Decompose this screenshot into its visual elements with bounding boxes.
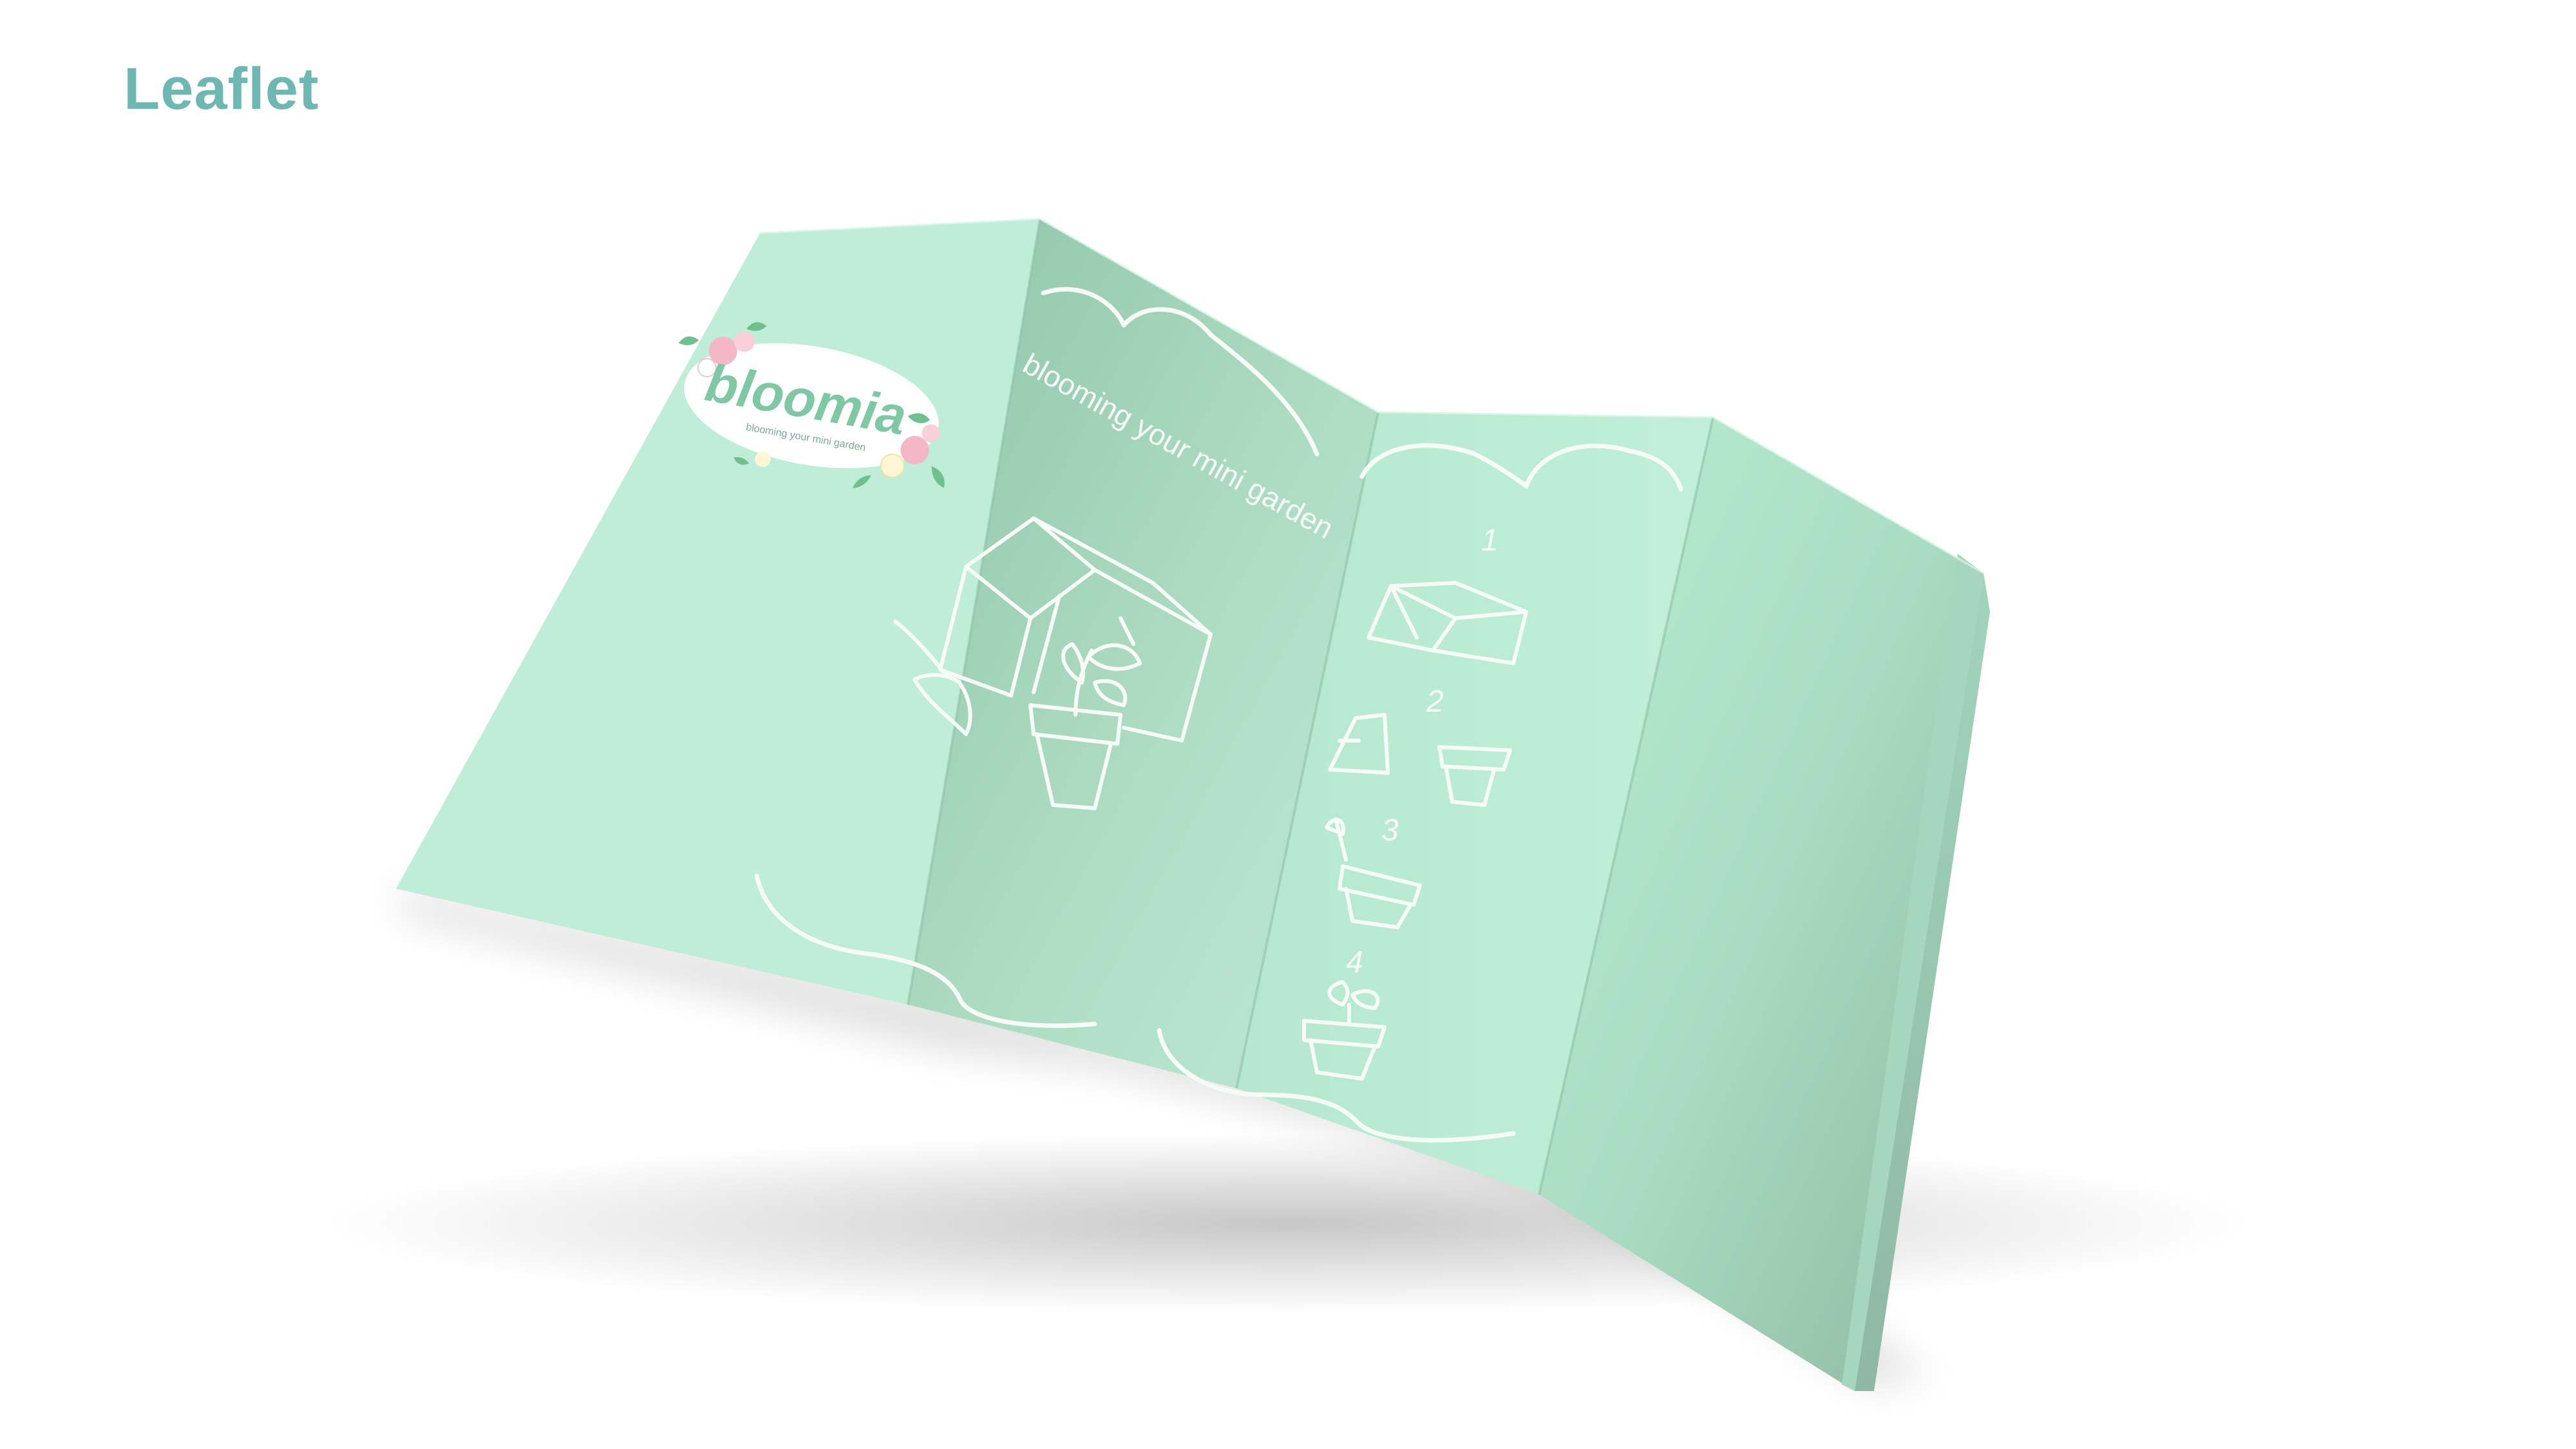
step-number: 2 [1426, 685, 1444, 719]
leaflet-shadow [322, 1133, 2254, 1314]
step-number: 1 [1481, 524, 1499, 558]
step-number: 4 [1346, 945, 1363, 980]
step-number: 3 [1381, 813, 1399, 848]
leaflet-mockup: bloomia blooming your mini garden bloomi… [322, 218, 2254, 1391]
